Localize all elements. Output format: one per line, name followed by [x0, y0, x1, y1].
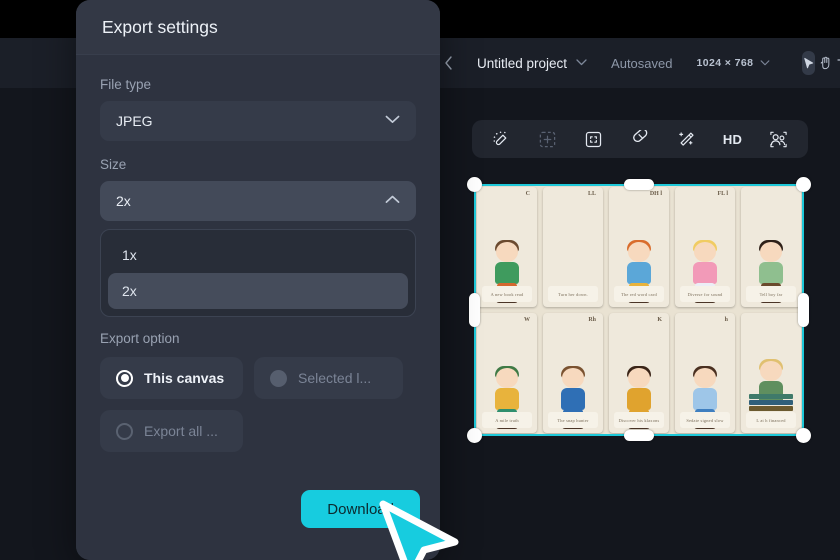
size-select[interactable]: 2x [100, 181, 416, 221]
card-caption: L at h financed [746, 412, 796, 428]
export-option-label: Export all ... [144, 423, 218, 439]
card-books [749, 394, 793, 411]
portrait-people-icon[interactable] [764, 126, 794, 152]
chevron-up-icon [385, 195, 400, 207]
resize-handle-top-left[interactable] [467, 177, 482, 192]
resize-handle-top-right[interactable] [796, 177, 811, 192]
card-caption: A new book read [482, 286, 532, 302]
card-code: h [724, 317, 728, 323]
resize-handle-bottom-right[interactable] [796, 428, 811, 443]
export-option-row-1: This canvas Selected l... [100, 357, 416, 399]
card-caption: Diverse for sound [680, 286, 730, 302]
resize-handle-middle-left[interactable] [469, 293, 480, 327]
card-item[interactable]: Tell boy far [741, 187, 801, 307]
magic-brush-icon[interactable] [486, 126, 516, 152]
panel-title: Export settings [102, 16, 218, 37]
chevron-down-icon[interactable] [576, 58, 587, 69]
hand-tool-button[interactable] [819, 51, 832, 75]
card-item[interactable]: DH l The red word card [609, 187, 669, 307]
card-caption: Discover his klaxons [614, 412, 664, 428]
export-option-this-canvas[interactable]: This canvas [100, 357, 243, 399]
export-option-export-all[interactable]: Export all ... [100, 410, 243, 452]
card-code: Rh [588, 317, 596, 323]
size-value: 2x [116, 193, 131, 209]
hd-label: HD [722, 131, 743, 147]
file-type-label: File type [100, 77, 152, 92]
export-option-label: Selected l... [298, 370, 372, 386]
eraser-icon[interactable] [625, 126, 655, 152]
cursor-tool-button[interactable] [802, 51, 816, 75]
panel-header: Export settings [76, 0, 440, 55]
card-code: C [525, 191, 530, 197]
card-code: DH l [649, 191, 662, 197]
card-item[interactable]: FL l Diverse for sound [675, 187, 735, 307]
chevron-down-icon[interactable] [760, 58, 770, 68]
expand-crop-icon[interactable] [579, 126, 609, 152]
download-row: Download [100, 490, 420, 528]
card-item[interactable]: L at h financed [741, 313, 801, 433]
panel-body: File type JPEG Size 2x 1x 2x Export opti… [76, 55, 440, 560]
card-caption: Sedate signed slow [680, 412, 730, 428]
add-object-icon[interactable] [532, 126, 562, 152]
card-item[interactable]: LL Turn her down. [543, 187, 603, 307]
card-item[interactable]: K Discover his klaxons [609, 313, 669, 433]
chevron-down-icon [385, 115, 400, 127]
card-item[interactable]: W A mile truth [477, 313, 537, 433]
card-item[interactable]: C A new book read [477, 187, 537, 307]
card-code: W [524, 317, 530, 323]
resize-handle-top-center[interactable] [624, 179, 654, 190]
back-icon[interactable] [444, 53, 453, 73]
resize-handle-bottom-center[interactable] [624, 430, 654, 441]
file-type-value: JPEG [116, 113, 153, 129]
project-title[interactable]: Untitled project [477, 56, 567, 71]
more-tools-button[interactable] [836, 51, 840, 75]
card-code: LL [587, 191, 596, 197]
card-caption: The red word card [614, 286, 664, 302]
size-option-label: 1x [122, 247, 137, 263]
resize-handle-bottom-left[interactable] [467, 428, 482, 443]
card-item[interactable]: h Sedate signed slow [675, 313, 735, 433]
edit-toolbar: HD [472, 120, 808, 158]
mouse-pointer-cursor [377, 498, 472, 560]
resize-handle-middle-right[interactable] [798, 293, 809, 327]
card-caption: The snap hunter [548, 412, 598, 428]
canvas-dimensions[interactable]: 1024 × 768 [696, 57, 753, 69]
card-caption: A mile truth [482, 412, 532, 428]
radio-unselected-icon [116, 422, 133, 440]
radio-disabled-icon [270, 369, 287, 387]
hd-button[interactable]: HD [718, 126, 748, 152]
card-code: FL l [717, 191, 728, 197]
magic-wand-icon[interactable] [671, 126, 701, 152]
export-option-selected-layers[interactable]: Selected l... [254, 357, 403, 399]
size-option-label: 2x [122, 283, 137, 299]
canvas-image[interactable]: C A new book read LL Turn her down. DH l… [474, 184, 804, 436]
size-options-dropdown: 1x 2x [100, 229, 416, 317]
card-code: K [657, 317, 662, 323]
radio-selected-icon [116, 369, 133, 387]
export-option-label: This canvas [144, 370, 225, 386]
size-option-2x[interactable]: 2x [108, 273, 408, 309]
export-settings-panel: Export settings File type JPEG Size 2x 1… [76, 0, 440, 560]
card-caption: Turn her down. [548, 286, 598, 302]
card-item[interactable]: Rh The snap hunter [543, 313, 603, 433]
file-type-select[interactable]: JPEG [100, 101, 416, 141]
size-option-1x[interactable]: 1x [108, 237, 408, 273]
canvas-selection[interactable]: C A new book read LL Turn her down. DH l… [467, 177, 811, 443]
export-option-row-2: Export all ... [100, 410, 416, 452]
export-option-label: Export option [100, 331, 180, 346]
autosaved-status: Autosaved [611, 55, 673, 71]
card-caption: Tell boy far [746, 286, 796, 302]
size-label: Size [100, 157, 127, 172]
